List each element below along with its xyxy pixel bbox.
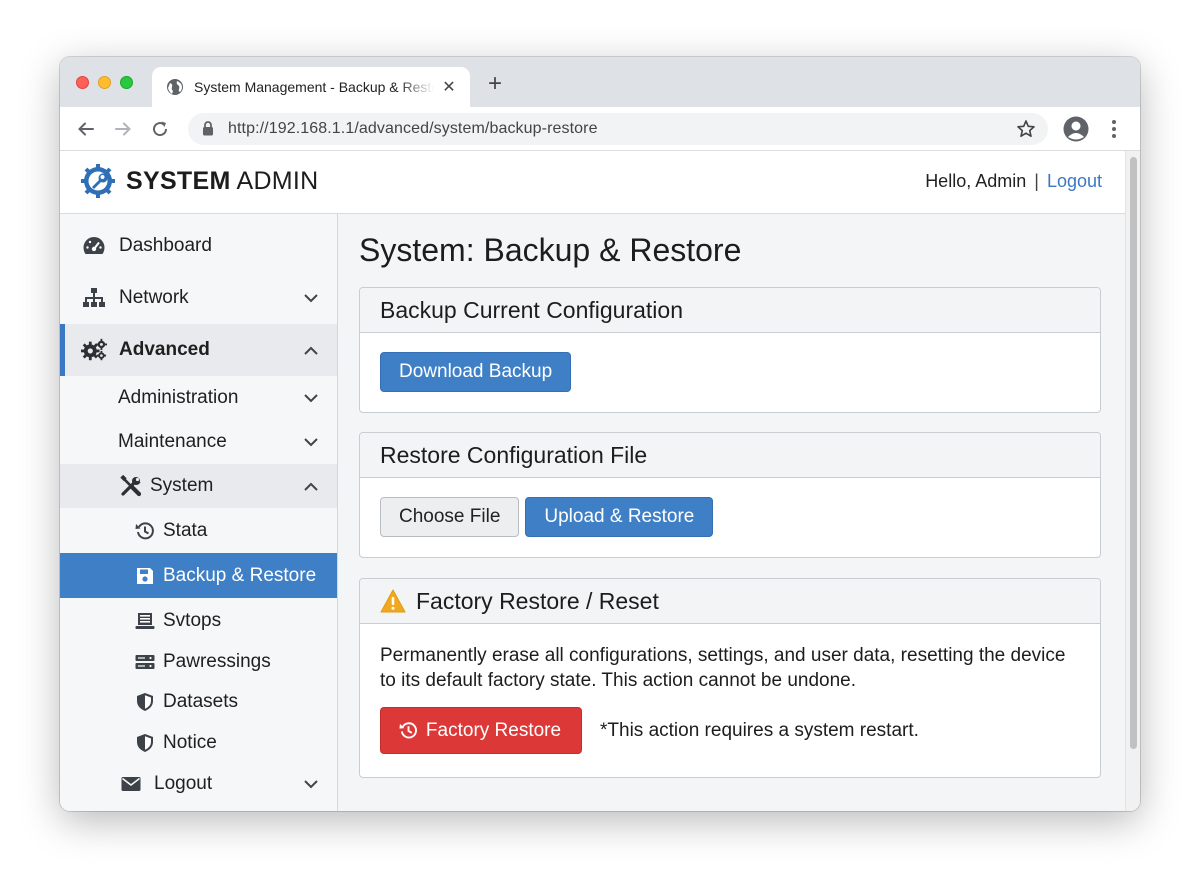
header-logout-link[interactable]: Logout [1047,171,1102,192]
sidebar-item-notice[interactable]: Notice [60,720,337,765]
browser-tab[interactable]: System Management - Backup & Restore ✕ [152,67,470,107]
address-bar[interactable]: http://192.168.1.1/advanced/system/backu… [188,113,1048,145]
forward-arrow-icon[interactable] [111,117,135,141]
sidebar-item-pawressings[interactable]: Pawressings [60,639,337,684]
chevron-down-icon [303,290,319,306]
globe-icon [166,78,184,96]
restore-card: Restore Configuration File Choose File U… [359,432,1101,558]
gears-icon [81,338,107,362]
list-icon [134,609,156,633]
greeting-text: Hello, Admin [925,171,1027,191]
sidebar-item-administration[interactable]: Administration [60,376,337,420]
sidebar-item-dashboard[interactable]: Dashboard [60,220,337,272]
sidebar-item-logout[interactable]: Logout [60,762,337,806]
tab-strip: System Management - Backup & Restore ✕ + [60,57,1140,107]
envelope-icon [118,772,144,796]
sidebar-item-advanced[interactable]: Advanced [60,324,337,376]
network-icon [81,286,107,310]
chevron-up-icon [303,478,319,494]
factory-reset-card: Factory Restore / Reset Permanently eras… [359,578,1101,778]
factory-card-header: Factory Restore / Reset [360,579,1100,624]
sidebar-item-svtops[interactable]: Svtops [60,598,337,643]
dashboard-icon [81,234,107,258]
sidebar-item-label: Dashboard [119,235,212,256]
sidebar-item-label: Svtops [163,609,222,631]
close-window-button[interactable] [76,76,89,89]
reload-icon[interactable] [148,117,172,141]
sidebar-item-network[interactable]: Network [60,272,337,324]
warning-triangle-icon [380,589,406,613]
sidebar-item-label: Pawressings [163,650,271,672]
sidebar-item-label: Advanced [119,339,210,360]
chevron-down-icon [303,434,319,450]
minimize-window-button[interactable] [98,76,111,89]
shield-icon [134,731,156,755]
choose-file-button[interactable]: Choose File [380,497,520,537]
tab-title: System Management - Backup & Restore [194,79,434,95]
url-text: http://192.168.1.1/advanced/system/backu… [228,120,598,137]
shield-icon [134,690,156,714]
history-icon [134,519,156,543]
backup-card-heading: Backup Current Configuration [360,288,1100,333]
sidebar-item-label: Maintenance [118,431,227,452]
restore-history-icon [399,721,418,740]
brand-name-bold: SYSTEM [126,166,231,195]
sidebar-item-maintenance[interactable]: Maintenance [60,420,337,464]
sidebar-item-system[interactable]: System [60,464,337,508]
new-tab-button[interactable]: + [484,72,506,96]
restart-note: *This action requires a system restart. [600,719,919,741]
web-page: SYSTEM ADMIN Hello, Admin | Logout Dashb… [60,151,1140,811]
sidebar-item-label: Backup & Restore [163,564,317,586]
main-content: System: Backup & Restore Backup Current … [338,214,1125,811]
sidebar-item-label: Network [119,287,189,308]
server-icon [134,650,156,674]
chevron-down-icon [303,390,319,406]
factory-restore-label: Factory Restore [425,719,562,741]
sidebar-item-datasets[interactable]: Datasets [60,679,337,724]
back-arrow-icon[interactable] [74,117,98,141]
brand-name-light: ADMIN [230,166,319,195]
sidebar-item-label: Logout [154,773,213,794]
factory-card-heading: Factory Restore / Reset [416,587,659,614]
sidebar-item-label: Stata [163,519,208,541]
brand-logo[interactable]: SYSTEM ADMIN [80,163,319,199]
sidebar-item-label: System [150,475,214,496]
chevron-down-icon [303,776,319,792]
gear-wrench-logo-icon [81,164,115,198]
sidebar-item-stata[interactable]: Stata [60,508,337,553]
bookmark-star-icon[interactable] [1016,119,1036,144]
floppy-disk-icon [134,564,156,588]
sidebar-item-label: Notice [163,731,217,753]
factory-description: Permanently erase all configurations, se… [380,645,1066,691]
close-tab-icon[interactable]: ✕ [440,78,458,96]
sidebar-item-backup-restore[interactable]: Backup & Restore [60,553,337,598]
header-separator: | [1034,171,1039,191]
page-title: System: Backup & Restore [359,232,742,268]
upload-restore-button[interactable]: Upload & Restore [525,497,714,537]
backup-card: Backup Current Configuration Download Ba… [359,287,1101,413]
tools-icon [118,474,144,498]
chevron-up-icon [303,342,319,358]
browser-menu-icon[interactable] [1104,117,1124,141]
sidebar: Dashboard Network Advanced Administratio… [60,214,338,811]
download-backup-button[interactable]: Download Backup [380,352,572,392]
browser-toolbar: http://192.168.1.1/advanced/system/backu… [60,107,1140,151]
lock-icon [202,121,216,137]
restore-card-heading: Restore Configuration File [360,433,1100,478]
scrollbar-thumb[interactable] [1130,157,1137,749]
factory-restore-button[interactable]: Factory Restore [380,707,582,754]
app-header: SYSTEM ADMIN Hello, Admin | Logout [60,151,1125,214]
page-scrollbar[interactable] [1125,151,1140,811]
sidebar-item-label: Datasets [163,690,238,712]
user-greeting: Hello, Admin | Logout [925,171,1102,192]
profile-avatar-icon[interactable] [1063,116,1089,142]
browser-window: System Management - Backup & Restore ✕ +… [60,57,1140,811]
maximize-window-button[interactable] [120,76,133,89]
sidebar-item-label: Administration [118,387,239,408]
